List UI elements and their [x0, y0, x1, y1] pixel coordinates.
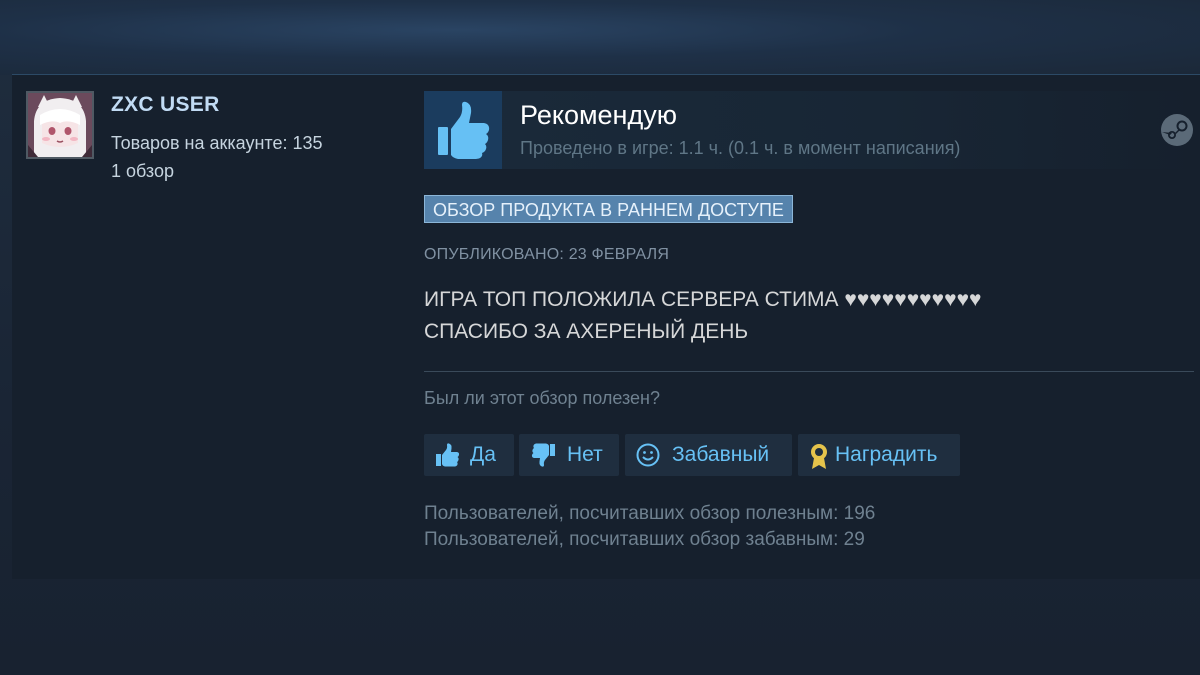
page-header-background [0, 0, 1200, 75]
award-medal-icon [811, 444, 827, 469]
vote-no-label: Нет [567, 443, 603, 466]
playtime-text: Проведено в игре: 1.1 ч. (0.1 ч. в момен… [520, 138, 961, 158]
vote-header[interactable]: Рекомендую Проведено в игре: 1.1 ч. (0.1… [424, 91, 1194, 169]
author-products-count[interactable]: Товаров на аккаунте: 135 [111, 133, 323, 154]
early-access-badge: ОБЗОР ПРОДУКТА В РАННЕМ ДОСТУПЕ [424, 195, 793, 223]
steam-icon [1161, 114, 1193, 146]
vote-funny-button[interactable]: Забавный [625, 434, 792, 476]
vote-funny-label: Забавный [672, 443, 770, 466]
helpful-count: Пользователей, посчитавших обзор полезны… [424, 503, 876, 524]
divider [424, 371, 1194, 372]
thumbs-up-icon [438, 101, 490, 159]
smiley-icon [636, 443, 660, 467]
thumbs-up-icon [436, 443, 460, 467]
vote-no-button[interactable]: Нет [519, 434, 619, 476]
award-label: Наградить [835, 443, 938, 466]
funny-count: Пользователей, посчитавших обзор забавны… [424, 529, 865, 550]
posted-date: ОПУБЛИКОВАНО: 23 ФЕВРАЛЯ [424, 246, 670, 263]
verdict-thumb-box [424, 91, 502, 169]
award-button[interactable]: Наградить [798, 434, 960, 476]
review-line: ИГРА ТОП ПОЛОЖИЛА СЕРВЕРА СТИМА ♥♥♥♥♥♥♥♥… [424, 288, 982, 311]
verdict-title[interactable]: Рекомендую [520, 100, 677, 131]
anime-girl-avatar-icon [28, 93, 92, 157]
vote-yes-label: Да [470, 443, 496, 466]
author-name[interactable]: ZXC USER [111, 93, 220, 117]
vote-yes-button[interactable]: Да [424, 434, 514, 476]
vote-stats: Пользователей, посчитавших обзор полезны… [424, 501, 875, 553]
avatar[interactable] [26, 91, 94, 159]
review-line: СПАСИБО ЗА АХЕРЕНЫЙ ДЕНЬ [424, 320, 749, 343]
author-reviews-count[interactable]: 1 обзор [111, 161, 174, 182]
review-card: ZXC USER Товаров на аккаунте: 135 1 обзо… [12, 74, 1200, 579]
review-body: ИГРА ТОП ПОЛОЖИЛА СЕРВЕРА СТИМА ♥♥♥♥♥♥♥♥… [424, 284, 1164, 348]
helpful-question: Был ли этот обзор полезен? [424, 388, 660, 408]
thumbs-down-icon [531, 443, 555, 467]
